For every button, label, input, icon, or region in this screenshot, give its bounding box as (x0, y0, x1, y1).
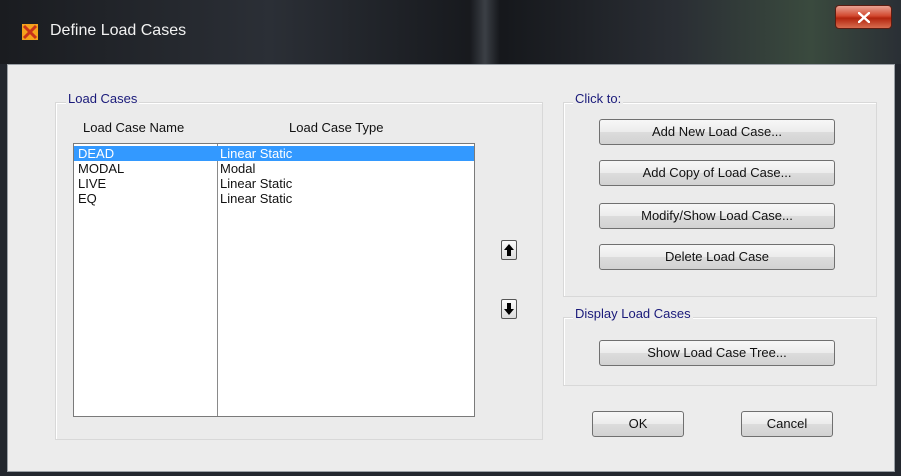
list-item[interactable]: MODAL Modal (74, 161, 474, 176)
column-header-name: Load Case Name (83, 120, 185, 135)
app-icon (22, 24, 38, 40)
load-case-name: DEAD (78, 146, 115, 161)
click-to-group-label: Click to: (573, 91, 624, 106)
load-case-name: LIVE (78, 176, 107, 191)
arrow-up-icon (504, 244, 514, 256)
modify-show-load-case-label: Modify/Show Load Case... (641, 208, 793, 223)
add-new-load-case-button[interactable]: Add New Load Case... (599, 119, 835, 145)
ok-label: OK (628, 416, 648, 431)
arrow-down-icon (504, 303, 514, 315)
list-item[interactable]: EQ Linear Static (74, 191, 474, 206)
load-case-type: Linear Static (220, 191, 293, 206)
add-copy-load-case-label: Add Copy of Load Case... (642, 165, 792, 180)
delete-load-case-button[interactable]: Delete Load Case (599, 244, 835, 270)
load-cases-list[interactable]: DEAD Linear Static MODAL Modal LIVE Line… (73, 143, 475, 417)
list-item[interactable]: DEAD Linear Static (74, 146, 474, 161)
add-copy-load-case-button[interactable]: Add Copy of Load Case... (599, 160, 835, 186)
load-case-name: MODAL (78, 161, 125, 176)
define-load-cases-window: Define Load Cases Load Cases Load Case N… (0, 0, 901, 476)
move-up-button[interactable] (501, 240, 517, 260)
load-case-type: Modal (220, 161, 256, 176)
show-load-case-tree-button[interactable]: Show Load Case Tree... (599, 340, 835, 366)
delete-load-case-label: Delete Load Case (664, 249, 770, 264)
show-load-case-tree-label: Show Load Case Tree... (647, 345, 787, 360)
add-new-load-case-label: Add New Load Case... (651, 124, 783, 139)
move-down-button[interactable] (501, 299, 517, 319)
modify-show-load-case-button[interactable]: Modify/Show Load Case... (599, 203, 835, 229)
load-cases-group-label: Load Cases (66, 91, 140, 106)
list-item[interactable]: LIVE Linear Static (74, 176, 474, 191)
load-case-type: Linear Static (220, 146, 293, 161)
title-bar[interactable]: Define Load Cases (0, 0, 901, 64)
close-button[interactable] (835, 5, 892, 29)
cancel-label: Cancel (766, 416, 808, 431)
column-header-type: Load Case Type (289, 120, 384, 135)
load-case-name: EQ (78, 191, 97, 206)
load-case-type: Linear Static (220, 176, 293, 191)
close-icon (858, 12, 870, 23)
dialog-body: Load Cases Load Case Name Load Case Type… (7, 64, 895, 472)
display-load-cases-group-label: Display Load Cases (573, 306, 693, 321)
window-title: Define Load Cases (50, 22, 187, 39)
ok-button[interactable]: OK (592, 411, 684, 437)
cancel-button[interactable]: Cancel (741, 411, 833, 437)
